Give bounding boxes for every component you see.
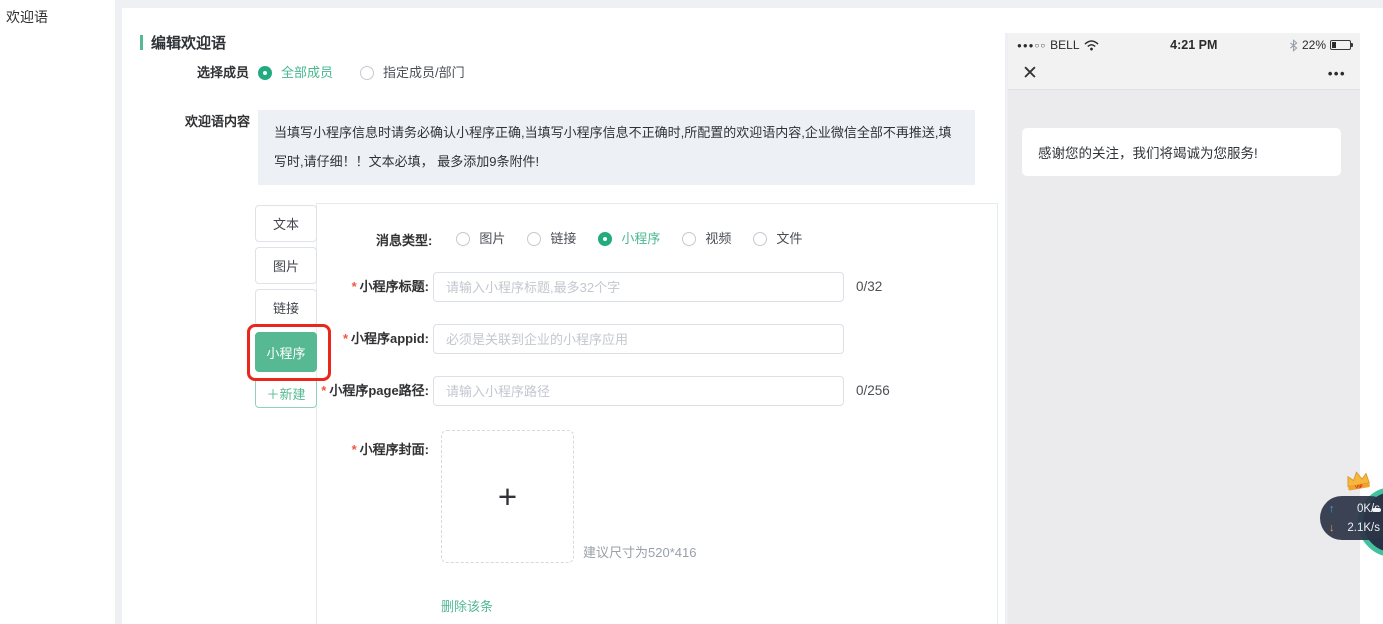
vip-crown-icon: VIP [1343, 468, 1372, 494]
floating-ball-dash [1372, 508, 1381, 512]
field-label: *小程序page路径: [317, 376, 429, 406]
field-label: *小程序标题: [317, 272, 429, 302]
message-type-row: 消息类型: 图片 链接 小程序 视频 文件 [376, 229, 802, 249]
radio-msg-video[interactable]: 视频 [682, 229, 731, 249]
member-select-group: 全部成员 指定成员/部门 [258, 63, 465, 83]
sidebar: 欢迎语 [0, 0, 115, 624]
phone-status-bar: ●●●○○ BELL 4:21 PM 22% [1008, 33, 1360, 57]
background-strip [1005, 8, 1360, 33]
radio-all-members[interactable]: 全部成员 [258, 63, 333, 83]
char-counter: 0/32 [856, 272, 882, 302]
radio-msg-file[interactable]: 文件 [753, 229, 802, 249]
wifi-icon [1084, 39, 1099, 51]
cover-upload-box[interactable]: + [441, 430, 574, 563]
message-type-label: 消息类型: [376, 230, 432, 249]
more-dots-icon: ••• [1328, 66, 1346, 81]
radio-unchecked-icon [682, 232, 696, 246]
section-header: 编辑欢迎语 [140, 32, 226, 53]
char-counter: 0/256 [856, 376, 890, 406]
radio-msg-miniprogram[interactable]: 小程序 [598, 229, 660, 249]
tab-link[interactable]: 链接 [255, 289, 317, 326]
cover-size-hint: 建议尺寸为520*416 [583, 542, 696, 561]
miniprogram-title-input[interactable] [433, 272, 844, 302]
net-speed-widget[interactable]: ↑ 0K/s ↓ 2.1K/s [1320, 496, 1383, 540]
field-row-title: *小程序标题: 0/32 [317, 272, 999, 302]
content-label: 欢迎语内容 [185, 112, 250, 132]
arrow-up-icon: ↑ [1329, 503, 1341, 515]
delete-entry-link[interactable]: 删除该条 [441, 596, 493, 615]
radio-checked-icon [258, 66, 272, 80]
battery-icon [1330, 40, 1351, 50]
tab-image[interactable]: 图片 [255, 247, 317, 284]
welcome-message-bubble: 感谢您的关注，我们将竭诚为您服务! [1022, 128, 1341, 176]
status-time: 4:21 PM [1170, 38, 1217, 52]
download-speed-row: ↓ 2.1K/s [1320, 518, 1383, 537]
sidebar-item-welcome-message[interactable]: 欢迎语 [6, 7, 48, 27]
arrow-down-icon: ↓ [1329, 522, 1341, 534]
carrier-label: BELL [1050, 38, 1079, 52]
plus-icon: + [498, 480, 517, 513]
tab-add-new[interactable]: ＋新建 [255, 378, 317, 408]
notice-box: 当填写小程序信息时请务必确认小程序正确,当填写小程序信息不正确时,所配置的欢迎语… [258, 110, 975, 185]
field-row-appid: *小程序appid: [317, 324, 999, 354]
main-panel: 编辑欢迎语 选择成员 全部成员 指定成员/部门 欢迎语内容 当填写小程序信息时请… [122, 8, 1005, 624]
miniprogram-appid-input[interactable] [433, 324, 844, 354]
radio-specified-members[interactable]: 指定成员/部门 [360, 63, 465, 83]
radio-unchecked-icon [456, 232, 470, 246]
tab-miniprogram[interactable]: 小程序 [255, 332, 317, 372]
tab-text[interactable]: 文本 [255, 205, 317, 242]
radio-unchecked-icon [753, 232, 767, 246]
member-select-label: 选择成员 [197, 63, 249, 83]
radio-checked-icon [598, 232, 612, 246]
page-title: 编辑欢迎语 [151, 32, 226, 53]
battery-percent: 22% [1302, 38, 1326, 52]
phone-nav-bar: ✕ ••• [1008, 57, 1360, 90]
radio-msg-link[interactable]: 链接 [527, 229, 576, 249]
radio-unchecked-icon [527, 232, 541, 246]
bluetooth-icon [1289, 39, 1298, 52]
signal-dots-icon: ●●●○○ [1017, 41, 1046, 50]
download-speed-value: 2.1K/s [1341, 522, 1380, 534]
radio-unchecked-icon [360, 66, 374, 80]
field-label: *小程序appid: [317, 324, 429, 354]
phone-preview: ●●●○○ BELL 4:21 PM 22% ✕ ••• 感谢您的关注，我们将竭… [1008, 33, 1360, 624]
cover-label: *小程序封面: [317, 435, 429, 465]
accent-bar [140, 35, 143, 50]
field-row-page-path: *小程序page路径: 0/256 [317, 376, 999, 406]
close-icon: ✕ [1022, 64, 1038, 83]
attachment-form-panel: 消息类型: 图片 链接 小程序 视频 文件 *小程序标题 [316, 203, 998, 624]
radio-msg-image[interactable]: 图片 [456, 229, 505, 249]
miniprogram-page-path-input[interactable] [433, 376, 844, 406]
